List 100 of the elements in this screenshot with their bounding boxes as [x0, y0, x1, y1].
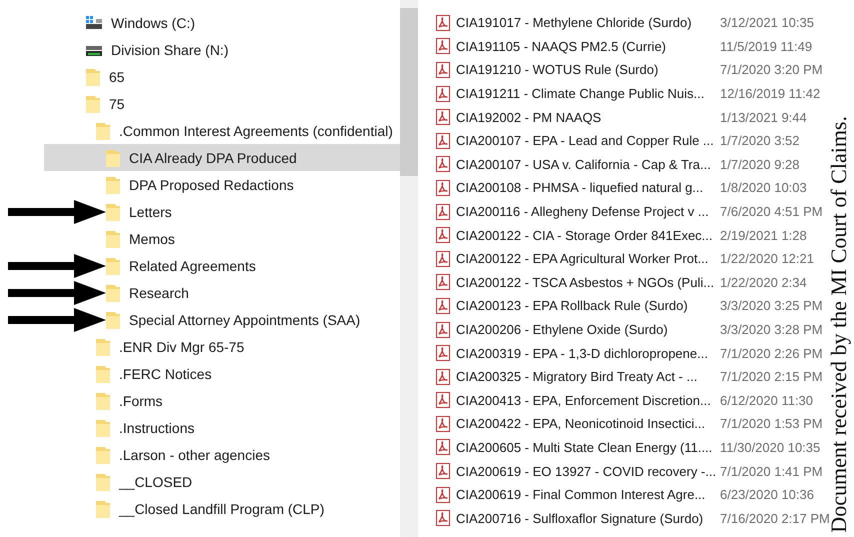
- file-name: CIA200108 - PHMSA - liquefied natural g...: [456, 180, 704, 196]
- folder-icon: [95, 336, 111, 356]
- file-name: CIA200605 - Multi State Clean Energy (11....: [456, 440, 714, 455]
- folder-icon: [105, 202, 121, 222]
- folder-icon: [95, 364, 111, 384]
- tree-item[interactable]: .ENR Div Mgr 65-75: [0, 333, 400, 360]
- pdf-file-icon: [436, 14, 450, 31]
- pdf-file-icon: [436, 416, 450, 432]
- scrollbar-thumb[interactable]: [400, 8, 418, 176]
- file-date: 1/22/2020 2:34: [720, 274, 807, 290]
- file-row[interactable]: CIA200206 - Ethylene Oxide (Surdo) 3/3/2020 3:28 PM: [436, 318, 824, 342]
- file-row[interactable]: CIA200422 - EPA, Neonicotinoid Insectici... 7/1/2020 1:53 PM: [436, 412, 824, 436]
- file-name: CIA191105 - NAAQS PM2.5 (Currie): [456, 38, 667, 54]
- file-row[interactable]: CIA200108 - PHMSA - liquefied natural g... 1/8/2020 10:03: [436, 176, 824, 200]
- pdf-file-icon: [436, 322, 450, 338]
- pdf-file-icon: [436, 274, 450, 290]
- file-date: 1/22/2020 12:21: [720, 251, 814, 266]
- file-date: 6/12/2020 11:30: [720, 392, 814, 408]
- pdf-file-icon: [436, 156, 450, 172]
- file-date: 7/6/2020 4:51 PM: [720, 204, 823, 220]
- file-date: 12/16/2019 11:42: [720, 86, 820, 102]
- tree-item[interactable]: __CLOSED: [0, 468, 400, 495]
- pdf-file-icon: [436, 392, 450, 408]
- tree-item[interactable]: .Forms: [0, 387, 400, 414]
- file-name: CIA192002 - PM NAAQS: [456, 110, 602, 125]
- folder-icon: [85, 94, 101, 114]
- tree-item[interactable]: Related Agreements: [0, 252, 400, 279]
- file-name: CIA200122 - TSCA Asbestos + NGOs (Puli...: [456, 274, 716, 290]
- file-name: CIA200319 - EPA - 1,3-D dichloropropene...: [456, 346, 709, 361]
- file-row[interactable]: CIA192002 - PM NAAQS 1/13/2021 9:44: [436, 105, 824, 129]
- file-date: 1/8/2020 10:03: [720, 180, 807, 196]
- tree-item[interactable]: .Common Interest Agreements (confidential): [0, 117, 400, 144]
- file-row[interactable]: CIA200123 - EPA Rollback Rule (Surdo) 3/3/2020 3:25 PM: [436, 294, 824, 318]
- file-row[interactable]: CIA200319 - EPA - 1,3-D dichloropropene... 7/1/2020 2:26 PM: [436, 341, 824, 365]
- tree-item[interactable]: Research: [0, 279, 400, 306]
- folder-icon: [95, 390, 111, 410]
- file-date: 1/7/2020 9:28: [720, 156, 800, 172]
- file-name: CIA191211 - Climate Change Public Nuis...: [456, 86, 706, 102]
- file-date: 3/12/2021 10:35: [720, 15, 814, 30]
- tree-item[interactable]: DPA Proposed Redactions: [0, 171, 400, 198]
- file-date: 7/1/2020 1:53 PM: [720, 416, 823, 432]
- file-date: 7/1/2020 1:41 PM: [720, 464, 823, 479]
- pdf-file-icon: [436, 345, 450, 362]
- file-date: 7/1/2020 3:20 PM: [720, 62, 823, 78]
- file-name: CIA200123 - EPA Rollback Rule (Surdo): [456, 298, 689, 314]
- file-name: CIA200116 - Allegheny Defense Project v ...: [456, 204, 710, 220]
- folder-icon: [95, 444, 111, 464]
- file-row[interactable]: CIA200122 - TSCA Asbestos + NGOs (Puli... 1/22/2020 2:34: [436, 270, 824, 294]
- file-row[interactable]: CIA191210 - WOTUS Rule (Surdo) 7/1/2020 3:20 PM: [436, 58, 824, 82]
- file-name: CIA200122 - EPA Agricultural Worker Prot...: [456, 251, 710, 266]
- tree-item[interactable]: .FERC Notices: [0, 360, 400, 387]
- file-row[interactable]: CIA200107 - EPA - Lead and Copper Rule ... 1/7/2020 3:52: [436, 128, 824, 153]
- pdf-file-icon: [436, 368, 450, 385]
- file-name: CIA200619 - Final Common Interest Agre...: [456, 487, 706, 502]
- folder-icon: [95, 418, 111, 438]
- file-row[interactable]: CIA191105 - NAAQS PM2.5 (Currie) 11/5/2019 11:49: [436, 34, 824, 58]
- pdf-file-icon: [436, 180, 450, 196]
- file-row[interactable]: CIA191017 - Methylene Chloride (Surdo) 3/12/2021 10:35: [436, 11, 824, 35]
- tree-item[interactable]: Windows (C:): [0, 9, 400, 36]
- tree-item[interactable]: .Instructions: [0, 414, 400, 441]
- folder-icon: [105, 174, 121, 194]
- pdf-file-icon: [436, 463, 450, 480]
- file-row[interactable]: CIA200107 - USA v. California - Cap & Tra... 1/7/2020 9:28: [436, 152, 824, 176]
- tree-item[interactable]: __Closed Landfill Program (CLP): [0, 495, 400, 522]
- tree-item[interactable]: Special Attorney Appointments (SAA): [0, 306, 400, 333]
- pdf-file-icon: [436, 38, 450, 54]
- pdf-file-icon: [436, 510, 450, 526]
- file-name: CIA200325 - Migratory Bird Treaty Act - ...: [456, 369, 698, 384]
- file-date: 11/5/2019 11:49: [720, 38, 812, 54]
- file-row[interactable]: CIA200325 - Migratory Bird Treaty Act - ... 7/1/2020 2:15 PM: [436, 364, 824, 388]
- folder-icon: [105, 228, 121, 248]
- file-date: 2/19/2021 1:28: [720, 228, 807, 243]
- file-row[interactable]: CIA200619 - EO 13927 - COVID recovery -... 7/1/2020 1:41 PM: [436, 459, 824, 483]
- tree-item[interactable]: Division Share (N:): [0, 36, 400, 63]
- file-name: CIA191017 - Methylene Chloride (Surdo): [456, 15, 693, 30]
- file-name: CIA200619 - EO 13927 - COVID recovery -...: [456, 464, 718, 479]
- tree-item[interactable]: 65: [0, 63, 400, 90]
- tree-item[interactable]: .Larson - other agencies: [0, 441, 400, 468]
- file-row[interactable]: CIA200605 - Multi State Clean Energy (11.... 11/30/2020 10:35: [436, 436, 824, 460]
- pdf-file-icon: [436, 132, 450, 149]
- pdf-file-icon: [436, 298, 450, 314]
- file-date: 1/13/2021 9:44: [720, 110, 807, 125]
- file-name: CIA200206 - Ethylene Oxide (Surdo): [456, 322, 669, 338]
- file-name: CIA200122 - CIA - Storage Order 841Exec...: [456, 228, 714, 243]
- file-row[interactable]: CIA200619 - Final Common Interest Agre... 6/23/2020 10:36: [436, 482, 824, 506]
- file-name: CIA200716 - Sulfloxaflor Signature (Surdo): [456, 510, 704, 526]
- tree-item[interactable]: Memos: [0, 225, 400, 252]
- file-row[interactable]: CIA200116 - Allegheny Defense Project v ... 7/6/2020 4:51 PM: [436, 200, 824, 224]
- file-date: 7/1/2020 2:26 PM: [720, 346, 823, 361]
- folder-icon: [105, 256, 121, 276]
- file-row[interactable]: CIA200413 - EPA, Enforcement Discretion... 6/12/2020 11:30: [436, 388, 824, 412]
- file-row[interactable]: CIA200122 - EPA Agricultural Worker Prot... 1/22/2020 12:21: [436, 246, 824, 271]
- pdf-file-icon: [436, 227, 450, 244]
- tree-item[interactable]: Letters: [0, 198, 400, 225]
- tree-item[interactable]: 75: [0, 90, 400, 117]
- pdf-file-icon: [436, 86, 450, 102]
- folder-icon: [105, 310, 121, 330]
- file-row[interactable]: CIA200122 - CIA - Storage Order 841Exec... 2/19/2021 1:28: [436, 223, 824, 247]
- file-date: 6/23/2020 10:36: [720, 487, 814, 502]
- file-row[interactable]: CIA191211 - Climate Change Public Nuis... 12/16/2019 11:42: [436, 82, 824, 106]
